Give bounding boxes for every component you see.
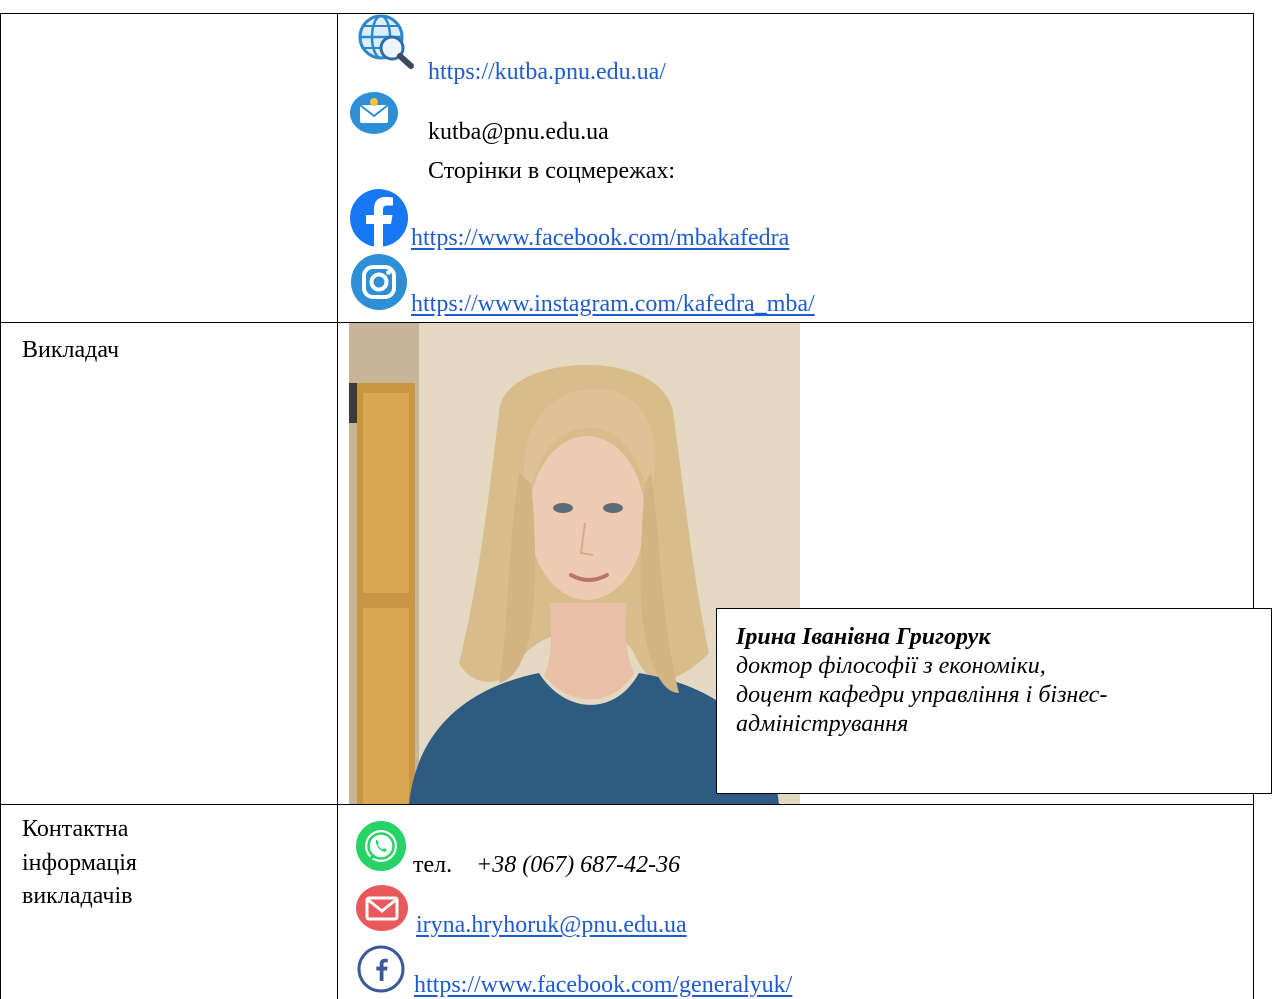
teacher-name: Ірина Іванівна Григорук bbox=[736, 624, 991, 650]
teacher-position-line2: адміністрування bbox=[736, 711, 909, 737]
table-left-border bbox=[0, 13, 1, 999]
mail-icon bbox=[354, 884, 410, 932]
table-top-border bbox=[0, 13, 1254, 14]
facebook-icon[interactable] bbox=[349, 188, 411, 248]
website-url[interactable]: https://kutba.pnu.edu.ua/ bbox=[428, 58, 666, 86]
row-divider-2 bbox=[0, 804, 1254, 805]
contacts-label-line3: викладачів bbox=[22, 883, 133, 909]
globe-search-icon bbox=[355, 12, 417, 70]
teacher-facebook-link[interactable]: https://www.facebook.com/generalyuk/ bbox=[414, 971, 792, 999]
teacher-position-line1: доцент кафедри управління і бізнес- bbox=[736, 682, 1108, 708]
whatsapp-icon bbox=[353, 820, 409, 874]
phone-prefix: тел. bbox=[413, 852, 453, 878]
contacts-label-line1: Контактна bbox=[22, 816, 129, 842]
instagram-icon[interactable] bbox=[349, 253, 411, 311]
teacher-row-label: Викладач bbox=[22, 337, 120, 363]
table-right-border bbox=[1253, 13, 1254, 999]
column-divider bbox=[337, 13, 338, 999]
teacher-email-link[interactable]: iryna.hryhoruk@pnu.edu.ua bbox=[416, 911, 687, 939]
teacher-caption: Ірина Іванівна Григорук доктор філософії… bbox=[716, 608, 1272, 794]
instagram-link[interactable]: https://www.instagram.com/kafedra_mba/ bbox=[411, 290, 815, 318]
teacher-degree: доктор філософії з економіки, bbox=[736, 653, 1046, 679]
facebook-circle-icon[interactable] bbox=[356, 944, 406, 994]
department-email[interactable]: kutba@pnu.edu.ua bbox=[428, 118, 609, 146]
envelope-badge-icon bbox=[349, 91, 399, 135]
phone-number[interactable]: +38 (067) 687-42-36 bbox=[476, 851, 680, 879]
facebook-link[interactable]: https://www.facebook.com/mbakafedra bbox=[411, 224, 789, 252]
social-heading: Сторінки в соцмережах: bbox=[428, 158, 676, 184]
contacts-label-line2: інформація bbox=[22, 850, 137, 876]
